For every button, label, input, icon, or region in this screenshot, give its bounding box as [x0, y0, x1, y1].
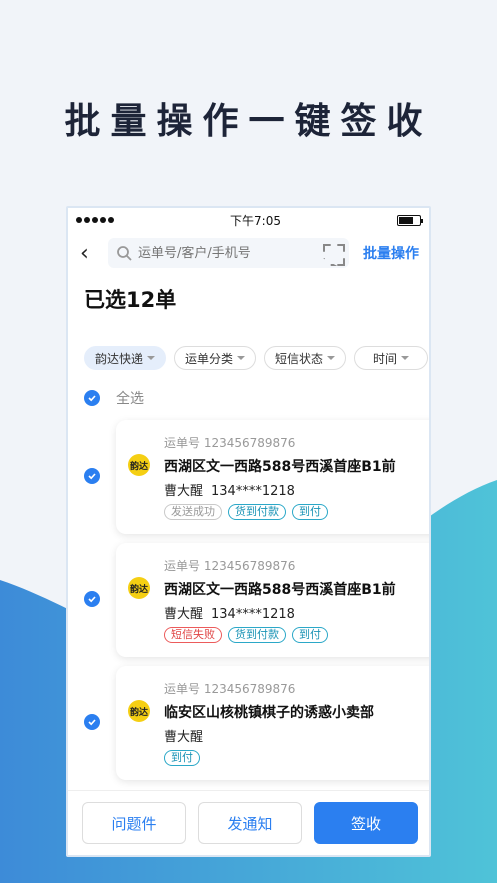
batch-operation-button[interactable]: 批量操作 [363, 243, 419, 263]
recipient-name: 曹大醒 [164, 484, 204, 499]
shipment-card[interactable]: 运单号 123456789876 韵达 西湖区文一西路588号西溪首座B1前 曹… [116, 543, 429, 657]
bottom-action-bar: 问题件 发通知 签收 [68, 790, 429, 855]
courier-logo-text: 韵达 [129, 584, 148, 595]
filter-label: 运单分类 [185, 351, 234, 366]
recipient: 曹大醒 134****1218 [164, 603, 295, 622]
shipment-row: 运单号 123456789876 韵达 西湖区文一西路588号西溪首座B1前 曹… [68, 541, 429, 664]
recipient-name: 曹大醒 [164, 730, 204, 745]
filter-time[interactable]: 时间 [354, 346, 429, 370]
shipment-card[interactable]: 运单号 123456789876 韵达 临安区山核桃镇棋子的诱惑小卖部 曹大醒 … [116, 666, 429, 780]
status-badge: 到付 [164, 750, 200, 766]
search-box[interactable] [108, 238, 349, 268]
filter-sms-status[interactable]: 短信状态 [264, 346, 347, 370]
address: 西湖区文一西路588号西溪首座B1前 [164, 459, 396, 475]
courier-logo-text: 韵达 [129, 461, 148, 472]
waybill-number: 运单号 123456789876 [164, 436, 296, 450]
shipment-row: 运单号 123456789876 韵达 西湖区文一西路588号西溪首座B1前 曹… [68, 418, 429, 541]
selected-count-title: 已选12单 [84, 288, 177, 312]
problem-item-button[interactable]: 问题件 [82, 802, 186, 844]
status-time: 下午7:05 [230, 213, 281, 228]
recipient: 曹大醒 [164, 726, 203, 745]
row-checkbox[interactable] [84, 468, 100, 484]
recipient: 曹大醒 134****1218 [164, 480, 295, 499]
courier-logo-text: 韵达 [129, 707, 148, 718]
back-icon[interactable]: ‹ [80, 241, 108, 266]
search-icon [117, 246, 132, 261]
filter-label: 短信状态 [275, 351, 324, 366]
status-badge: 货到付款 [228, 504, 286, 520]
select-all[interactable]: 全选 [68, 370, 429, 408]
tag-group: 短信失败 货到付款 到付 [164, 627, 328, 643]
caret-down-icon [327, 356, 336, 360]
tag-group: 发送成功 货到付款 到付 [164, 504, 328, 520]
send-notice-button[interactable]: 发通知 [198, 802, 302, 844]
recipient-phone: 134****1218 [211, 484, 295, 499]
courier-logo: 韵达 [128, 454, 150, 476]
sign-button[interactable]: 签收 [314, 802, 418, 844]
recipient-name: 曹大醒 [164, 607, 204, 622]
filter-bar: 韵达快递 运单分类 短信状态 时间 [68, 326, 429, 370]
status-badge: 到付 [292, 627, 328, 643]
filter-label: 韵达快递 [95, 351, 144, 366]
caret-down-icon [401, 356, 410, 360]
row-checkbox[interactable] [84, 714, 100, 730]
caret-down-icon [147, 356, 156, 360]
recipient-phone: 134****1218 [211, 607, 295, 622]
status-bar: 下午7:05 [68, 208, 429, 232]
phone-screen: 下午7:05 ‹ 批量操作 已选12单 韵达快递 运单分类 短信状态 时间 全选… [66, 206, 431, 857]
status-badge: 发送成功 [164, 504, 222, 520]
row-checkbox[interactable] [84, 591, 100, 607]
status-badge: 短信失败 [164, 627, 222, 643]
courier-logo: 韵达 [128, 700, 150, 722]
scan-icon[interactable] [323, 244, 341, 262]
address: 临安区山核桃镇棋子的诱惑小卖部 [164, 705, 374, 721]
caret-down-icon [237, 356, 246, 360]
waybill-number: 运单号 123456789876 [164, 559, 296, 573]
address: 西湖区文一西路588号西溪首座B1前 [164, 582, 396, 598]
filter-category[interactable]: 运单分类 [174, 346, 257, 370]
select-all-label: 全选 [116, 391, 144, 407]
courier-logo: 韵达 [128, 577, 150, 599]
shipment-row: 运单号 123456789876 韵达 临安区山核桃镇棋子的诱惑小卖部 曹大醒 … [68, 664, 429, 787]
tag-group: 到付 [164, 750, 200, 766]
shipment-card[interactable]: 运单号 123456789876 韵达 西湖区文一西路588号西溪首座B1前 曹… [116, 420, 429, 534]
status-badge: 货到付款 [228, 627, 286, 643]
filter-courier[interactable]: 韵达快递 [84, 346, 167, 370]
signal-icon [76, 217, 114, 223]
select-all-checkbox[interactable] [84, 390, 100, 406]
filter-label: 时间 [373, 351, 398, 366]
shipment-list: 运单号 123456789876 韵达 西湖区文一西路588号西溪首座B1前 曹… [68, 418, 429, 787]
nav-bar: ‹ 批量操作 [68, 232, 429, 274]
waybill-number: 运单号 123456789876 [164, 682, 296, 696]
battery-icon [396, 214, 423, 226]
search-input[interactable] [138, 245, 317, 261]
status-badge: 到付 [292, 504, 328, 520]
headline: 批量操作一键签收 [64, 101, 433, 142]
